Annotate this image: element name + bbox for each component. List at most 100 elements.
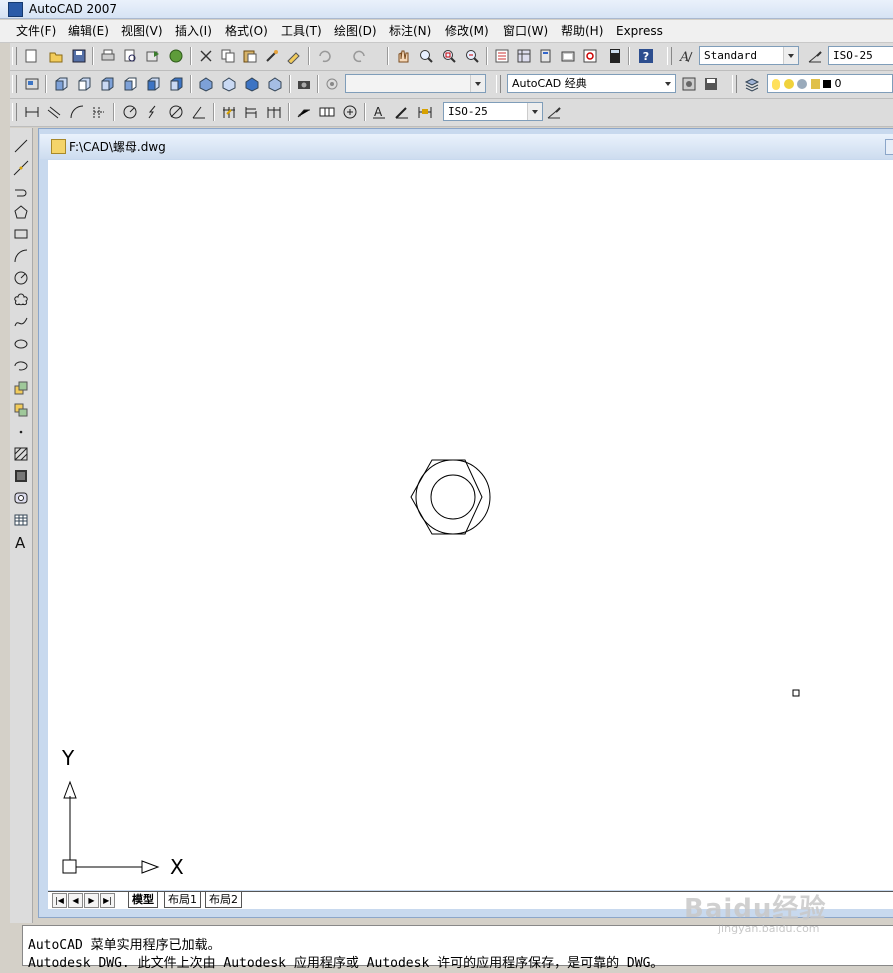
text-style-select[interactable]: Standard xyxy=(699,46,799,65)
publish-icon[interactable] xyxy=(144,47,162,65)
restore-window-button[interactable] xyxy=(885,139,893,155)
print-icon[interactable] xyxy=(99,47,117,65)
dim-style-select[interactable]: ISO-25 xyxy=(828,46,893,65)
gradient-icon[interactable] xyxy=(12,467,30,485)
view-select[interactable] xyxy=(345,74,486,93)
pan-icon[interactable] xyxy=(394,47,412,65)
match-properties-icon[interactable] xyxy=(263,47,281,65)
sw-iso-icon[interactable] xyxy=(197,75,215,93)
menu-express[interactable]: Express xyxy=(616,23,663,39)
tool-palettes-icon[interactable] xyxy=(537,47,555,65)
design-center-icon[interactable] xyxy=(515,47,533,65)
zoom-realtime-icon[interactable] xyxy=(417,47,435,65)
sheet-set-icon[interactable] xyxy=(559,47,577,65)
table-icon[interactable] xyxy=(12,511,30,529)
menu-edit[interactable]: 编辑(E) xyxy=(68,23,109,39)
ordinate-dim-icon[interactable] xyxy=(90,103,108,121)
dimension-text-edit-icon[interactable] xyxy=(393,103,411,121)
menu-dimension[interactable]: 标注(N) xyxy=(389,23,431,39)
menu-help[interactable]: 帮助(H) xyxy=(561,23,603,39)
workspace-settings-icon[interactable] xyxy=(680,75,698,93)
nw-iso-icon[interactable] xyxy=(266,75,284,93)
tab-layout1[interactable]: 布局1 xyxy=(164,892,201,908)
point-icon[interactable] xyxy=(12,423,30,441)
diameter-dim-icon[interactable] xyxy=(167,103,185,121)
top-view-icon[interactable] xyxy=(52,75,70,93)
named-views-icon[interactable] xyxy=(23,75,41,93)
arc-length-icon[interactable] xyxy=(68,103,86,121)
center-mark-icon[interactable] xyxy=(341,103,359,121)
arc-icon[interactable] xyxy=(12,247,30,265)
save-icon[interactable] xyxy=(70,47,88,65)
aligned-dim-icon[interactable] xyxy=(45,103,63,121)
bottom-view-icon[interactable] xyxy=(75,75,93,93)
menu-insert[interactable]: 插入(I) xyxy=(175,23,212,39)
ellipse-arc-icon[interactable] xyxy=(12,357,30,375)
dimension-update-icon[interactable] xyxy=(416,103,434,121)
baseline-dim-icon[interactable] xyxy=(242,103,260,121)
hatch-icon[interactable] xyxy=(12,445,30,463)
ellipse-icon[interactable] xyxy=(12,335,30,353)
tab-model[interactable]: 模型 xyxy=(128,892,158,908)
layer-select[interactable]: 0 xyxy=(767,74,893,93)
dim-style-icon[interactable] xyxy=(806,47,824,65)
camera-icon[interactable] xyxy=(295,75,313,93)
zoom-previous-icon[interactable] xyxy=(463,47,481,65)
toolbar-grip[interactable] xyxy=(12,75,17,93)
toolbar-grip[interactable] xyxy=(732,75,737,93)
properties-icon[interactable] xyxy=(493,47,511,65)
redo-icon[interactable] xyxy=(351,47,369,65)
block-editor-icon[interactable] xyxy=(285,47,303,65)
dimension-style-icon[interactable] xyxy=(545,103,563,121)
ucs-icon[interactable] xyxy=(323,75,341,93)
dimension-edit-icon[interactable]: A xyxy=(370,103,388,121)
tolerance-icon[interactable] xyxy=(318,103,336,121)
toolbar-grip[interactable] xyxy=(12,103,17,121)
ne-iso-icon[interactable] xyxy=(243,75,261,93)
right-view-icon[interactable] xyxy=(121,75,139,93)
layer-manager-icon[interactable] xyxy=(743,75,761,93)
quick-dim-icon[interactable] xyxy=(220,103,238,121)
help-icon[interactable]: ? xyxy=(637,47,655,65)
continue-dim-icon[interactable] xyxy=(265,103,283,121)
make-block-icon[interactable] xyxy=(12,401,30,419)
menu-format[interactable]: 格式(O) xyxy=(225,23,268,39)
menu-tools[interactable]: 工具(T) xyxy=(281,23,322,39)
revision-cloud-icon[interactable] xyxy=(12,291,30,309)
menu-window[interactable]: 窗口(W) xyxy=(503,23,548,39)
insert-block-icon[interactable] xyxy=(12,379,30,397)
angular-dim-icon[interactable] xyxy=(190,103,208,121)
3d-dwf-icon[interactable] xyxy=(167,47,185,65)
construction-line-icon[interactable] xyxy=(12,159,30,177)
dim-style-select-2[interactable]: ISO-25 xyxy=(443,102,543,121)
se-iso-icon[interactable] xyxy=(220,75,238,93)
plot-preview-icon[interactable] xyxy=(121,47,139,65)
prev-tab-icon[interactable]: ◀ xyxy=(68,893,83,908)
copy-icon[interactable] xyxy=(219,47,237,65)
line-icon[interactable] xyxy=(12,137,30,155)
text-style-icon[interactable]: A xyxy=(677,47,695,65)
multiline-text-icon[interactable]: A xyxy=(12,533,30,551)
polyline-icon[interactable] xyxy=(12,181,30,199)
quick-leader-icon[interactable] xyxy=(295,103,313,121)
cut-icon[interactable] xyxy=(197,47,215,65)
jogged-dim-icon[interactable] xyxy=(144,103,162,121)
menu-modify[interactable]: 修改(M) xyxy=(445,23,489,39)
zoom-window-icon[interactable] xyxy=(440,47,458,65)
hex-nut-drawing[interactable] xyxy=(410,459,491,535)
circle-icon[interactable] xyxy=(12,269,30,287)
spline-icon[interactable] xyxy=(12,313,30,331)
region-icon[interactable] xyxy=(12,489,30,507)
toolbar-grip[interactable] xyxy=(667,47,672,65)
radius-dim-icon[interactable] xyxy=(121,103,139,121)
undo-icon[interactable] xyxy=(315,47,333,65)
new-icon[interactable] xyxy=(22,47,40,65)
drawing-canvas[interactable]: Y X xyxy=(48,160,893,890)
toolbar-grip[interactable] xyxy=(12,47,17,65)
open-icon[interactable] xyxy=(47,47,65,65)
toolbar-grip[interactable] xyxy=(496,75,501,93)
menu-draw[interactable]: 绘图(D) xyxy=(334,23,377,39)
rectangle-icon[interactable] xyxy=(12,225,30,243)
menu-view[interactable]: 视图(V) xyxy=(121,23,163,39)
last-tab-icon[interactable]: ▶| xyxy=(100,893,115,908)
